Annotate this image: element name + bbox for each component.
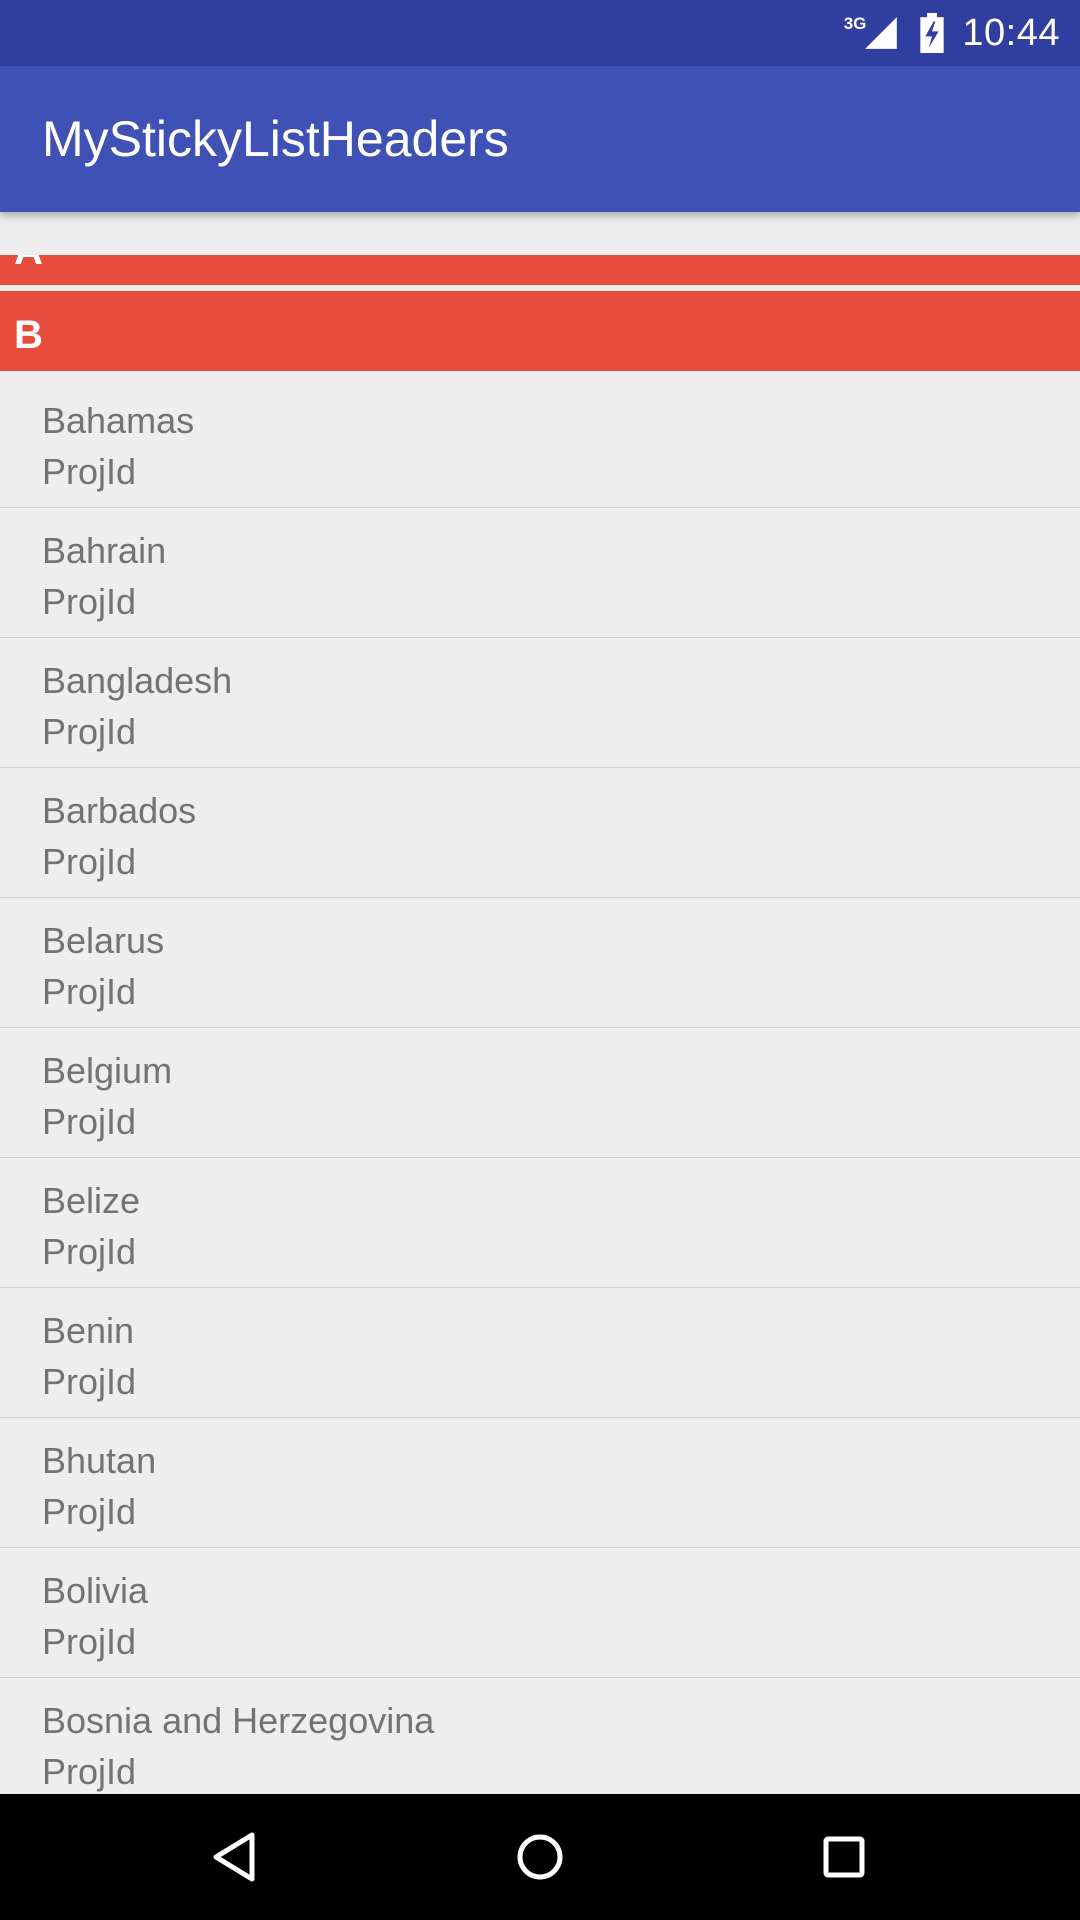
list-rows: Bahamas ProjId Bahrain ProjId Bangladesh… <box>0 378 1080 1794</box>
item-name: Bahamas <box>42 400 195 441</box>
item-sub: ProjId <box>42 451 137 492</box>
section-header-label: A <box>14 255 43 273</box>
item-name: Bhutan <box>42 1440 157 1481</box>
list-item[interactable]: Bahamas ProjId <box>0 378 1080 508</box>
item-sub: ProjId <box>42 1621 137 1662</box>
clock: 10:44 <box>962 11 1060 54</box>
list-item[interactable]: Benin ProjId <box>0 1288 1080 1418</box>
home-icon <box>517 1834 563 1880</box>
item-name: Bosnia and Herzegovina <box>42 1700 435 1741</box>
sticky-list[interactable]: A B Bahamas ProjId Bahrain ProjId Bangla… <box>0 212 1080 1794</box>
item-name: Belize <box>42 1180 141 1221</box>
status-icons: 3G 10:44 <box>844 0 1060 66</box>
network-type-label: 3G <box>843 14 867 33</box>
recents-icon <box>823 1836 865 1878</box>
navigation-bar <box>0 1794 1080 1920</box>
item-sub: ProjId <box>42 1361 137 1402</box>
item-sub: ProjId <box>42 581 137 622</box>
battery-charging-icon <box>920 13 945 53</box>
item-sub: ProjId <box>42 711 137 752</box>
list-item[interactable]: Barbados ProjId <box>0 768 1080 898</box>
list-item[interactable]: Bolivia ProjId <box>0 1548 1080 1678</box>
home-button[interactable] <box>480 1794 600 1920</box>
item-name: Bahrain <box>42 530 167 571</box>
item-sub: ProjId <box>42 841 137 882</box>
item-name: Benin <box>42 1310 135 1351</box>
list-item[interactable]: Bhutan ProjId <box>0 1418 1080 1548</box>
item-name: Belarus <box>42 920 165 961</box>
list-item[interactable]: Bangladesh ProjId <box>0 638 1080 768</box>
list-item[interactable]: Belgium ProjId <box>0 1028 1080 1158</box>
item-sub: ProjId <box>42 1751 137 1792</box>
section-header-label: B <box>14 313 43 357</box>
item-sub: ProjId <box>42 1231 137 1272</box>
item-sub: ProjId <box>42 1491 137 1532</box>
back-icon <box>213 1832 255 1882</box>
item-sub: ProjId <box>42 971 137 1012</box>
item-sub: ProjId <box>42 1101 137 1142</box>
item-name: Belgium <box>42 1050 173 1091</box>
list-item[interactable]: Bosnia and Herzegovina ProjId <box>0 1678 1080 1794</box>
app-bar: MyStickyListHeaders <box>0 66 1080 212</box>
list-item[interactable]: Belarus ProjId <box>0 898 1080 1028</box>
screen: 3G 10:44 MyStickyListHeaders A B Bahamas <box>0 0 1080 1920</box>
recents-button[interactable] <box>784 1794 904 1920</box>
section-header-b: B <box>0 291 1080 371</box>
list-item[interactable]: Belize ProjId <box>0 1158 1080 1288</box>
item-name: Bolivia <box>42 1570 149 1611</box>
status-bar: 3G 10:44 <box>0 0 1080 66</box>
back-button[interactable] <box>176 1794 296 1920</box>
item-name: Bangladesh <box>42 660 233 701</box>
section-header-a: A <box>0 255 1080 285</box>
item-name: Barbados <box>42 790 197 831</box>
list-item[interactable]: Bahrain ProjId <box>0 508 1080 638</box>
signal-icon <box>865 17 898 49</box>
app-title: MyStickyListHeaders <box>42 111 509 167</box>
